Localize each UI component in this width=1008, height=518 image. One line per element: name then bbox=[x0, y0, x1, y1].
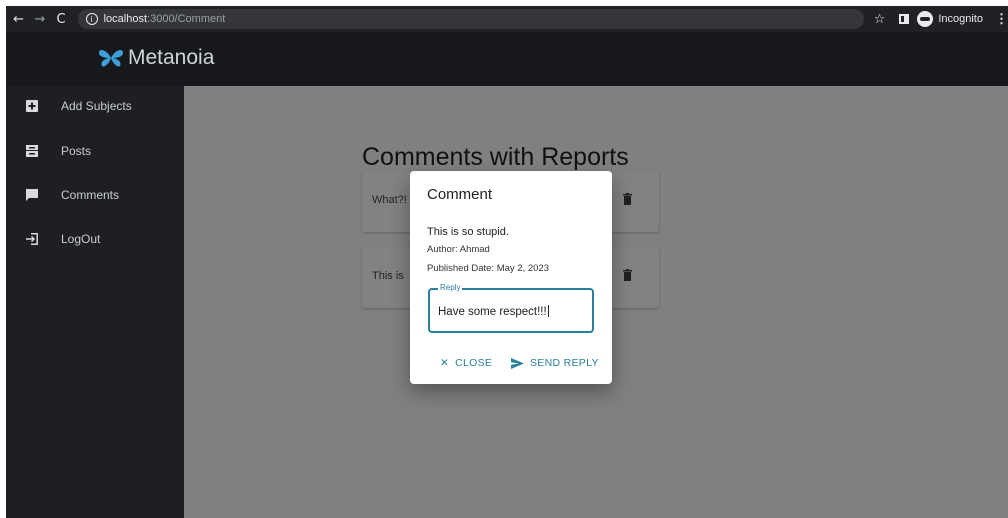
comment-icon bbox=[26, 189, 38, 201]
inbox-icon bbox=[26, 145, 38, 157]
close-icon: ✕ bbox=[440, 357, 450, 369]
butterfly-logo-icon bbox=[98, 50, 124, 67]
brand-name: Metanoia bbox=[128, 46, 215, 69]
star-icon[interactable]: ☆ bbox=[874, 12, 886, 27]
app-header: Metanoia bbox=[6, 32, 1008, 86]
send-icon bbox=[511, 357, 524, 369]
more-menu-icon[interactable]: ⋮ bbox=[995, 11, 1008, 27]
reply-value-wrap: Have some respect!!! bbox=[438, 305, 549, 318]
text-caret bbox=[547, 305, 549, 317]
incognito-label: Incognito bbox=[938, 13, 983, 25]
delete-icon[interactable] bbox=[623, 269, 632, 281]
browser-window: ← → C i localhost:3000/Comment ☆ Incogni… bbox=[6, 6, 1008, 518]
sidebar-item-label: LogOut bbox=[61, 232, 101, 246]
reply-input[interactable]: Reply Have some respect!!! bbox=[428, 283, 594, 333]
sidebar-item-posts[interactable]: Posts bbox=[6, 136, 184, 166]
comment-text: What?! bbox=[372, 194, 407, 206]
sidebar-item-comments[interactable]: Comments bbox=[6, 180, 184, 210]
forward-icon[interactable]: → bbox=[31, 10, 48, 28]
comment-dialog: Comment This is so stupid. Author: Ahmad… bbox=[410, 171, 612, 384]
sidebar-item-label: Add Subjects bbox=[61, 99, 132, 113]
reply-value: Have some respect!!! bbox=[438, 306, 547, 318]
comment-text: This is bbox=[372, 270, 404, 282]
reload-icon[interactable]: C bbox=[52, 10, 69, 28]
browser-toolbar: ← → C i localhost:3000/Comment ☆ Incogni… bbox=[6, 6, 1008, 32]
send-reply-button-label: SEND REPLY bbox=[530, 357, 599, 369]
side-panel-icon[interactable] bbox=[899, 14, 910, 24]
page-title: Comments with Reports bbox=[362, 143, 629, 171]
send-reply-button[interactable]: SEND REPLY bbox=[511, 357, 599, 369]
url-host: localhost bbox=[103, 13, 148, 25]
delete-icon[interactable] bbox=[623, 193, 632, 205]
sidebar-item-label: Comments bbox=[61, 188, 120, 202]
comment-published-date: Published Date: May 2, 2023 bbox=[427, 263, 549, 274]
url-path: :3000/Comment bbox=[147, 13, 226, 25]
reply-label: Reply bbox=[438, 283, 463, 292]
address-bar[interactable]: i localhost:3000/Comment bbox=[77, 9, 864, 29]
comment-author: Author: Ahmad bbox=[427, 244, 490, 255]
plus-box-icon bbox=[26, 100, 38, 112]
back-icon[interactable]: ← bbox=[10, 10, 27, 28]
close-button[interactable]: ✕ CLOSE bbox=[440, 357, 492, 369]
sidebar-item-label: Posts bbox=[61, 144, 92, 158]
logout-icon bbox=[26, 233, 38, 245]
incognito-icon bbox=[917, 11, 934, 27]
sidebar-item-add-subjects[interactable]: Add Subjects bbox=[6, 91, 184, 121]
dialog-title: Comment bbox=[427, 186, 493, 203]
incognito-badge[interactable]: Incognito bbox=[917, 11, 983, 27]
close-button-label: CLOSE bbox=[455, 357, 493, 369]
comment-body: This is so stupid. bbox=[427, 226, 509, 238]
sidebar-item-logout[interactable]: LogOut bbox=[6, 224, 184, 254]
brand[interactable]: Metanoia bbox=[98, 46, 214, 70]
sidebar: Add Subjects Posts Comments LogOut bbox=[6, 86, 184, 518]
info-icon[interactable]: i bbox=[85, 13, 98, 25]
